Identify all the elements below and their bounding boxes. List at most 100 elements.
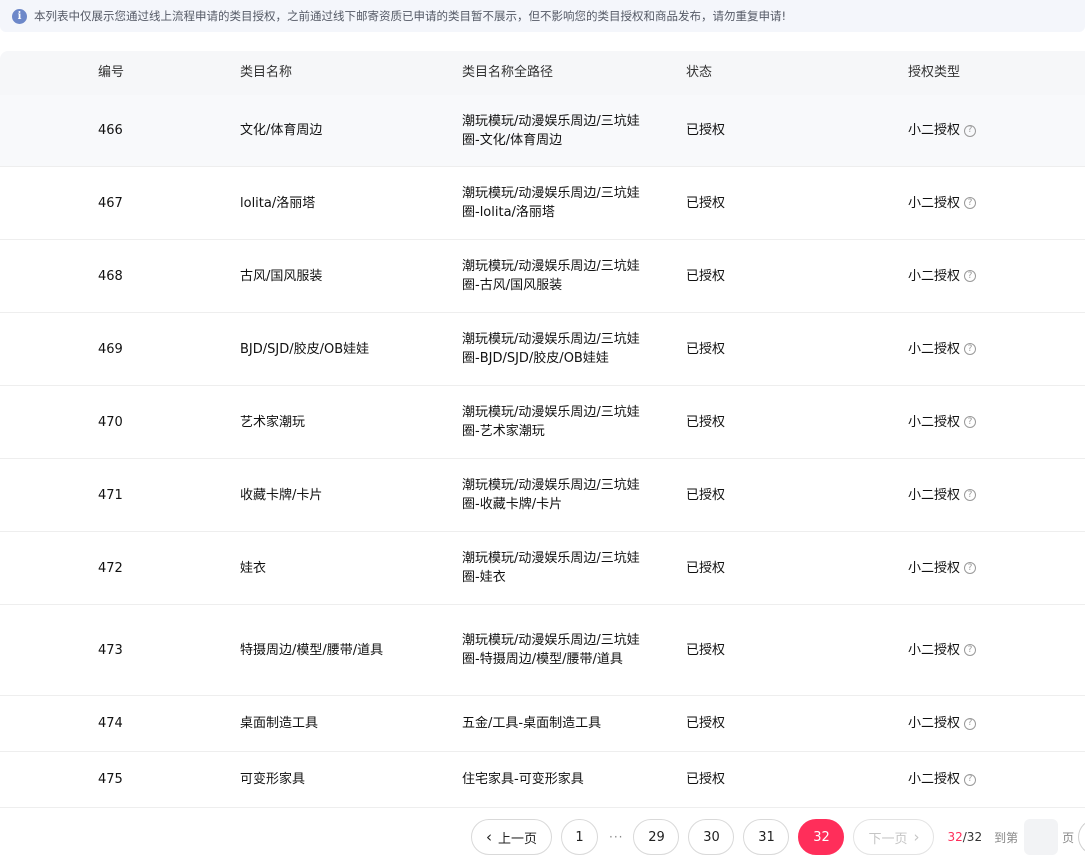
prev-page-label: 上一页 (498, 831, 538, 847)
cell-id-text: 469 (98, 341, 123, 357)
cell-name-text: 古风/国风服装 (240, 268, 323, 284)
cell-auth-type: 小二授权? (908, 240, 1078, 312)
cell-path: 潮玩模玩/动漫娱乐周边/三坑娃圈-文化/体育周边 (462, 95, 652, 166)
cell-id-text: 472 (98, 560, 123, 576)
goto-page-input[interactable] (1024, 819, 1059, 855)
cell-name: 收藏卡牌/卡片 (240, 459, 440, 531)
auth-type-text: 小二授权 (908, 414, 961, 430)
header-status: 状态 (686, 65, 713, 80)
cell-id: 469 (98, 313, 198, 385)
cell-path: 潮玩模玩/动漫娱乐周边/三坑娃圈-艺术家潮玩 (462, 386, 652, 458)
cell-path: 住宅家具-可变形家具 (462, 752, 652, 807)
cell-auth-type: 小二授权? (908, 459, 1078, 531)
goto-confirm-button[interactable] (1078, 819, 1085, 855)
page-button-32[interactable]: 32 (798, 819, 845, 855)
cell-path-text: 潮玩模玩/动漫娱乐周边/三坑娃圈-古风/国风服装 (462, 259, 640, 293)
page-button-31[interactable]: 31 (743, 819, 790, 855)
cell-name-text: BJD/SJD/胶皮/OB娃娃 (240, 341, 370, 357)
table-row: 469 BJD/SJD/胶皮/OB娃娃 潮玩模玩/动漫娱乐周边/三坑娃圈-BJD/S… (0, 313, 1085, 386)
page-button-1[interactable]: 1 (561, 819, 599, 855)
question-circle-icon[interactable]: ? (964, 562, 977, 574)
next-page-button[interactable]: 下一页 › (853, 819, 935, 855)
cell-name-text: 收藏卡牌/卡片 (240, 487, 323, 503)
table-row: 475 可变形家具 住宅家具-可变形家具 已授权 小二授权? (0, 752, 1085, 808)
page-ellipsis: ··· (609, 830, 624, 844)
auth-type-text: 小二授权 (908, 268, 961, 284)
table-row: 474 桌面制造工具 五金/工具-桌面制造工具 已授权 小二授权? (0, 696, 1085, 752)
cell-status-text: 已授权 (686, 123, 726, 138)
pagination: ‹ 上一页 1 ··· 29 30 31 32 下一页 › 32/32 到第 页 (471, 818, 1085, 856)
question-circle-icon[interactable]: ? (964, 124, 977, 137)
header-type: 授权类型 (908, 65, 961, 80)
auth-type-text: 小二授权 (908, 642, 961, 658)
cell-id-text: 473 (98, 642, 123, 658)
cell-id-text: 467 (98, 195, 123, 211)
chevron-left-icon: ‹ (486, 828, 492, 846)
table-body: 466 文化/体育周边 潮玩模玩/动漫娱乐周边/三坑娃圈-文化/体育周边 已授权 小二授… (0, 95, 1085, 808)
cell-name: 桌面制造工具 (240, 696, 440, 751)
cell-auth-type: 小二授权? (908, 167, 1078, 239)
cell-name-text: 娃衣 (240, 560, 267, 576)
page-info: 32/32 (947, 830, 982, 844)
table-row: 471 收藏卡牌/卡片 潮玩模玩/动漫娱乐周边/三坑娃圈-收藏卡牌/卡片 已授权 小二授… (0, 459, 1085, 532)
cell-path-text: 住宅家具-可变形家具 (462, 772, 584, 787)
header-path: 类目名称全路径 (462, 65, 554, 80)
page-button-29[interactable]: 29 (633, 819, 680, 855)
cell-status: 已授权 (686, 167, 806, 239)
cell-name: 文化/体育周边 (240, 95, 440, 166)
question-circle-icon[interactable]: ? (964, 489, 977, 501)
cell-status-text: 已授权 (686, 772, 726, 787)
cell-name: 娃衣 (240, 532, 440, 604)
cell-path: 潮玩模玩/动漫娱乐周边/三坑娃圈-收藏卡牌/卡片 (462, 459, 652, 531)
cell-id: 471 (98, 459, 198, 531)
cell-id-text: 475 (98, 772, 123, 787)
cell-status-text: 已授权 (686, 642, 726, 658)
cell-status: 已授权 (686, 459, 806, 531)
cell-status: 已授权 (686, 240, 806, 312)
cell-status-text: 已授权 (686, 414, 726, 430)
question-circle-icon[interactable]: ? (964, 773, 977, 786)
cell-id: 475 (98, 752, 198, 807)
cell-path-text: 潮玩模玩/动漫娱乐周边/三坑娃圈-艺术家潮玩 (462, 405, 640, 439)
goto-suffix: 页 (1062, 830, 1075, 845)
notice-bar: i 本列表中仅展示您通过线上流程申请的类目授权，之前通过线下邮寄资质已申请的类目… (0, 0, 1085, 32)
cell-name-text: 特摄周边/模型/腰带/道具 (240, 642, 384, 658)
cell-status-text: 已授权 (686, 341, 726, 357)
cell-name-text: 文化/体育周边 (240, 123, 323, 138)
question-circle-icon[interactable]: ? (964, 717, 977, 730)
notice-text: 本列表中仅展示您通过线上流程申请的类目授权，之前通过线下邮寄资质已申请的类目暂不… (34, 9, 787, 23)
page-button-30[interactable]: 30 (688, 819, 735, 855)
cell-status: 已授权 (686, 696, 806, 751)
cell-id: 468 (98, 240, 198, 312)
prev-page-button[interactable]: ‹ 上一页 (471, 819, 553, 855)
cell-id-text: 471 (98, 487, 123, 503)
cell-path-text: 潮玩模玩/动漫娱乐周边/三坑娃圈-文化/体育周边 (462, 113, 640, 148)
cell-auth-type: 小二授权? (908, 532, 1078, 604)
goto-prefix: 到第 (994, 830, 1019, 845)
auth-type-text: 小二授权 (908, 716, 961, 731)
question-circle-icon[interactable]: ? (964, 416, 977, 428)
cell-status-text: 已授权 (686, 487, 726, 503)
auth-type-text: 小二授权 (908, 195, 961, 211)
total-pages: /32 (962, 830, 983, 844)
cell-name: lolita/洛丽塔 (240, 167, 440, 239)
cell-name-text: 可变形家具 (240, 772, 306, 787)
question-circle-icon[interactable]: ? (964, 343, 977, 355)
cell-path-text: 潮玩模玩/动漫娱乐周边/三坑娃圈-娃衣 (462, 551, 640, 585)
table-row: 466 文化/体育周边 潮玩模玩/动漫娱乐周边/三坑娃圈-文化/体育周边 已授权 小二授… (0, 95, 1085, 167)
question-circle-icon[interactable]: ? (964, 270, 977, 282)
cell-path-text: 潮玩模玩/动漫娱乐周边/三坑娃圈-收藏卡牌/卡片 (462, 478, 640, 512)
header-name: 类目名称 (240, 65, 293, 80)
cell-path: 潮玩模玩/动漫娱乐周边/三坑娃圈-娃衣 (462, 532, 652, 604)
cell-name-text: lolita/洛丽塔 (240, 195, 316, 211)
cell-id-text: 468 (98, 268, 123, 284)
cell-name: 古风/国风服装 (240, 240, 440, 312)
table-row: 467 lolita/洛丽塔 潮玩模玩/动漫娱乐周边/三坑娃圈-lolita/洛丽塔… (0, 167, 1085, 240)
question-circle-icon[interactable]: ? (964, 197, 977, 209)
cell-status: 已授权 (686, 313, 806, 385)
cell-auth-type: 小二授权? (908, 696, 1078, 751)
cell-status: 已授权 (686, 752, 806, 807)
current-page: 32 (947, 830, 963, 844)
question-circle-icon[interactable]: ? (964, 644, 977, 656)
cell-auth-type: 小二授权? (908, 95, 1078, 166)
